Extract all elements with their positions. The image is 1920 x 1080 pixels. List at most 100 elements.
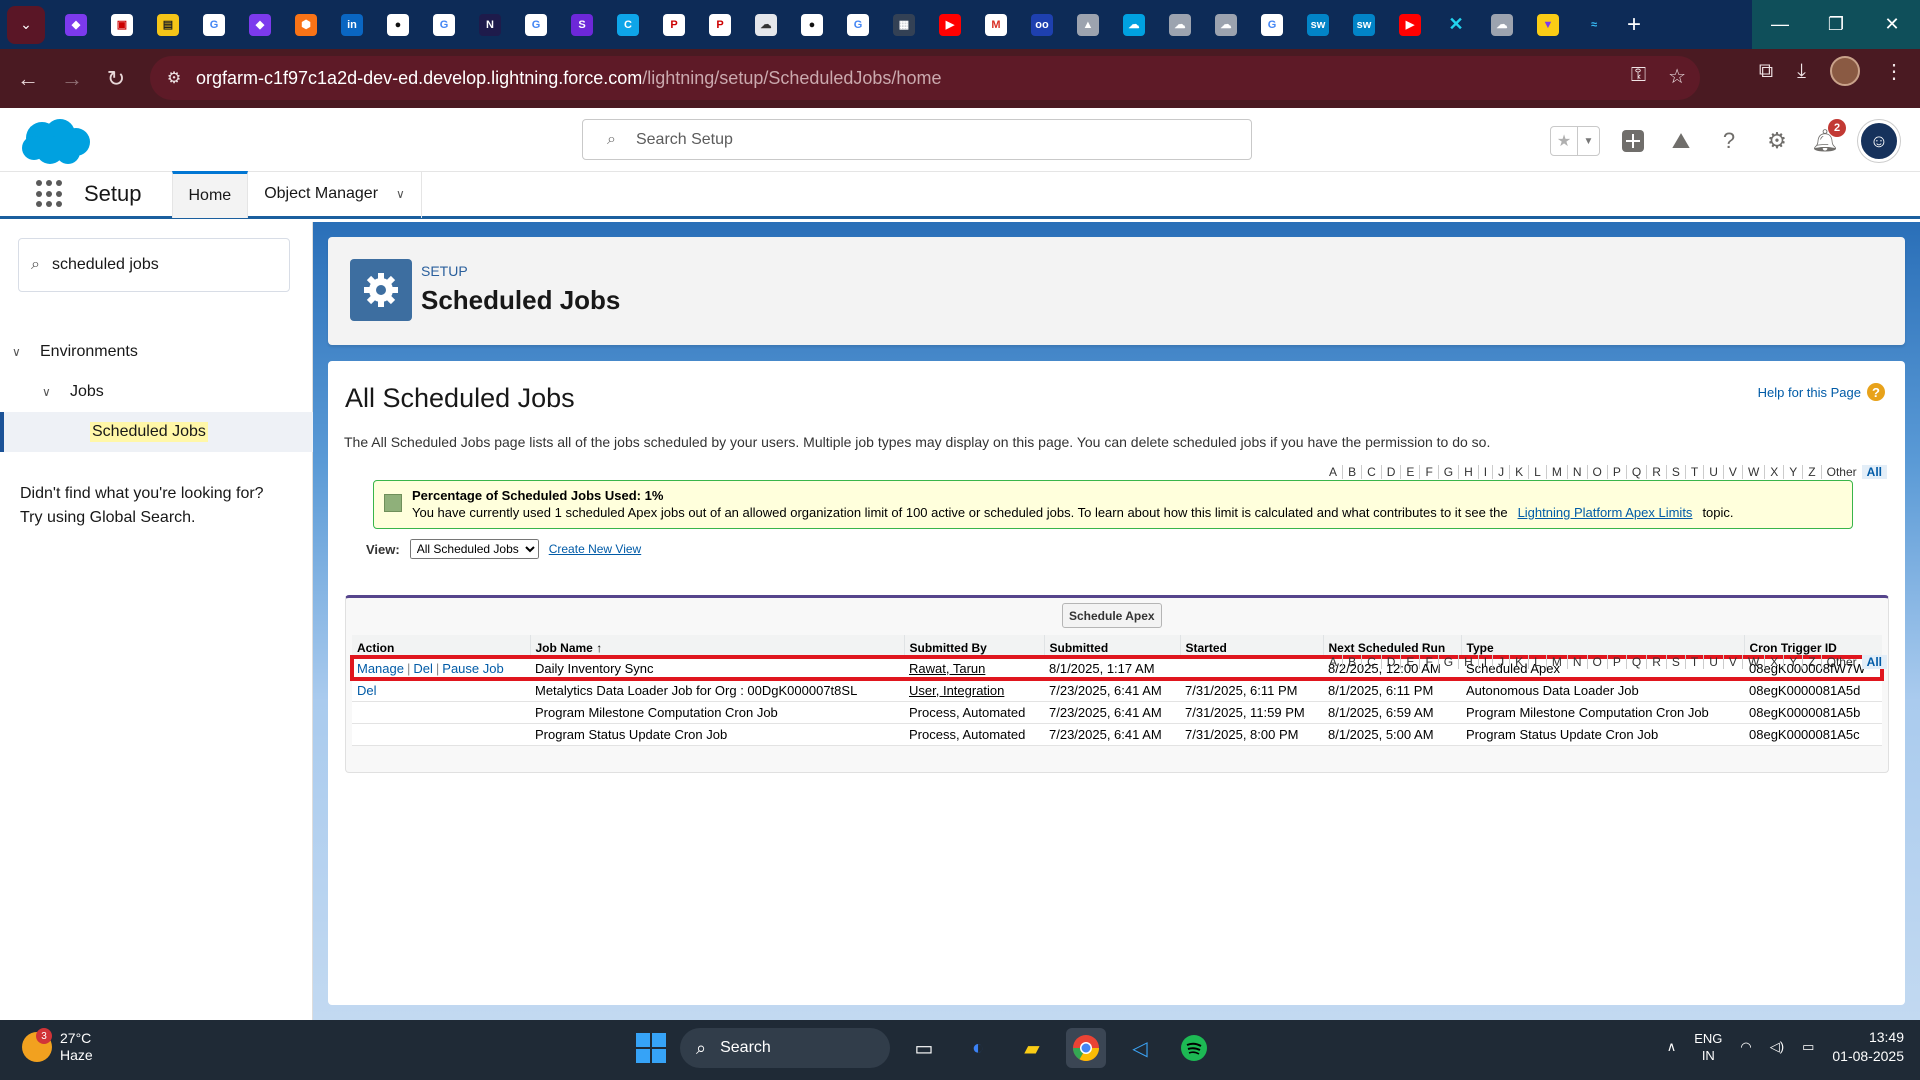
tab-favicon[interactable]: ▣ (111, 13, 133, 36)
alpha-filter-letter[interactable]: H (1458, 655, 1478, 669)
sort-ascending-icon[interactable]: ↑ (596, 641, 602, 655)
file-explorer-icon[interactable]: ▰ (1012, 1028, 1052, 1068)
salesforce-tab-icon[interactable]: ☁ (1123, 13, 1145, 36)
alpha-filter-letter[interactable]: S (1665, 655, 1685, 669)
address-bar[interactable]: ⚙ orgfarm-c1f97c1a2d-dev-ed.develop.ligh… (150, 56, 1700, 100)
volume-icon[interactable]: ◁) (1770, 1039, 1784, 1055)
tab-favicon[interactable]: ◆ (65, 13, 87, 36)
alpha-filter-letter[interactable]: J (1492, 465, 1509, 479)
tab-favicon[interactable]: N (479, 13, 501, 36)
view-select[interactable]: All Scheduled Jobs (409, 539, 539, 559)
weather-widget[interactable]: 3 27°C Haze (22, 1028, 93, 1064)
alpha-filter-letter[interactable]: G (1437, 655, 1458, 669)
spotify-icon[interactable] (1174, 1028, 1214, 1068)
alpha-filter-letter[interactable]: All (1861, 465, 1887, 479)
alpha-filter-letter[interactable]: All (1861, 655, 1887, 669)
alpha-filter-letter[interactable]: S (1665, 465, 1685, 479)
app-launcher-icon[interactable] (36, 180, 64, 208)
alpha-filter-letter[interactable]: Y (1783, 655, 1802, 669)
reload-icon[interactable]: ↻ (94, 57, 138, 101)
favorites-star-icon[interactable]: ★ (1551, 127, 1577, 155)
download-icon[interactable]: ⤓ (1797, 60, 1806, 83)
global-search-box[interactable]: ⌕ (582, 119, 1252, 160)
create-new-view-link[interactable]: Create New View (549, 542, 641, 556)
close-window-button[interactable]: ✕ (1864, 0, 1920, 49)
google-tab-icon[interactable]: G (525, 13, 547, 36)
tab-favicon[interactable]: ≈ (1583, 14, 1605, 36)
help-question-icon[interactable]: ? (1867, 383, 1885, 401)
back-arrow-icon[interactable]: ← (6, 57, 50, 101)
alpha-filter-letter[interactable]: P (1606, 465, 1626, 479)
alpha-filter-letter[interactable]: K (1509, 655, 1528, 669)
alpha-filter-letter[interactable]: D (1380, 465, 1401, 479)
tab-favicon[interactable]: ▤ (157, 13, 179, 36)
alpha-filter-letter[interactable]: U (1703, 465, 1723, 479)
alpha-filter-letter[interactable]: P (1606, 655, 1626, 669)
alpha-filter-letter[interactable]: A (1324, 465, 1342, 479)
help-icon[interactable]: ? (1714, 126, 1744, 156)
col-next-run[interactable]: Next Scheduled Run (1322, 635, 1461, 658)
alpha-filter-letter[interactable]: E (1400, 655, 1419, 669)
google-tab-icon[interactable]: G (1261, 13, 1283, 36)
apex-limits-link[interactable]: Lightning Platform Apex Limits (1518, 505, 1693, 520)
alpha-filter-letter[interactable]: N (1566, 655, 1587, 669)
chevron-down-icon[interactable]: ∨ (396, 187, 405, 201)
col-job-name[interactable]: Job Name ↑ (529, 635, 904, 658)
user-avatar[interactable]: ☺ (1858, 120, 1900, 162)
google-tab-icon[interactable]: G (203, 13, 225, 36)
tray-chevron-up-icon[interactable]: ∧ (1667, 1039, 1677, 1055)
alpha-filter-letter[interactable]: M (1545, 655, 1567, 669)
alpha-filter-letter[interactable]: A (1324, 655, 1342, 669)
google-tab-icon[interactable]: G (847, 13, 869, 36)
extensions-puzzle-icon[interactable]: ⧉ (1759, 60, 1773, 83)
taskbar-search[interactable]: ⌕ Search (680, 1028, 890, 1068)
alpha-filter-letter[interactable]: C (1361, 655, 1381, 669)
tab-favicon[interactable]: sw (1353, 13, 1375, 36)
chrome-icon[interactable] (1066, 1028, 1106, 1068)
url-text[interactable]: orgfarm-c1f97c1a2d-dev-ed.develop.lightn… (196, 68, 941, 89)
youtube-tab-icon[interactable]: ▶ (939, 13, 961, 36)
tab-favicon[interactable]: P (663, 13, 685, 36)
alpha-filter-letter[interactable]: T (1684, 465, 1703, 479)
alpha-filter-letter[interactable]: F (1419, 655, 1437, 669)
alpha-filter-letter[interactable]: W (1741, 465, 1764, 479)
tab-favicon[interactable]: oo (1031, 13, 1053, 36)
chevron-down-icon[interactable]: ∨ (42, 385, 56, 399)
alpha-filter-letter[interactable]: C (1361, 465, 1381, 479)
favorites-list-chevron-icon[interactable]: ▼ (1577, 127, 1599, 155)
github-tab-icon[interactable]: ● (387, 13, 409, 36)
alpha-filter-letter[interactable]: V (1722, 465, 1742, 479)
quick-find-box[interactable]: ⌕ (18, 238, 290, 292)
tab-favicon[interactable]: ☁ (755, 13, 777, 36)
alpha-filter-letter[interactable]: I (1477, 465, 1492, 479)
tab-favicon[interactable]: ☁ (1491, 13, 1513, 36)
tab-object-manager[interactable]: Object Manager ∨ (248, 170, 422, 218)
tab-favicon[interactable]: ☁ (1169, 13, 1191, 36)
alpha-filter-letter[interactable]: Other (1820, 655, 1862, 669)
active-tab-close-icon[interactable]: ✕ (1445, 14, 1467, 36)
tab-favicon[interactable]: ☁ (1215, 13, 1237, 36)
chevron-down-icon[interactable]: ∨ (12, 345, 26, 359)
alpha-filter-letter[interactable]: L (1528, 465, 1546, 479)
tab-home[interactable]: Home (171, 170, 249, 218)
alpha-filter-letter[interactable]: R (1646, 465, 1666, 479)
alpha-filter-letter[interactable]: I (1477, 655, 1492, 669)
notifications-bell-icon[interactable]: 🔔︎ 2 (1810, 119, 1846, 156)
alpha-filter-letter[interactable]: D (1380, 655, 1401, 669)
windows-start-icon[interactable] (636, 1033, 666, 1063)
salesforce-logo[interactable] (20, 116, 92, 166)
col-cron-trigger-id[interactable]: Cron Trigger ID (1743, 635, 1882, 658)
col-submitted[interactable]: Submitted (1043, 635, 1180, 658)
alpha-filter-letter[interactable]: Other (1820, 465, 1862, 479)
youtube-tab-icon[interactable]: ▶ (1399, 13, 1421, 36)
user-link[interactable]: Rawat, Tarun (909, 661, 985, 676)
alpha-filter-letter[interactable]: L (1528, 655, 1546, 669)
alpha-filter-letter[interactable]: Z (1802, 465, 1820, 479)
user-link[interactable]: User, Integration (909, 683, 1004, 698)
search-setup-input[interactable] (635, 130, 1196, 149)
action-del-link[interactable]: Del (357, 683, 377, 698)
system-clock[interactable]: 13:49 01-08-2025 (1832, 1028, 1904, 1066)
col-type[interactable]: Type (1460, 635, 1744, 658)
alpha-filter-letter[interactable]: K (1509, 465, 1528, 479)
alpha-filter-letter[interactable]: T (1684, 655, 1703, 669)
